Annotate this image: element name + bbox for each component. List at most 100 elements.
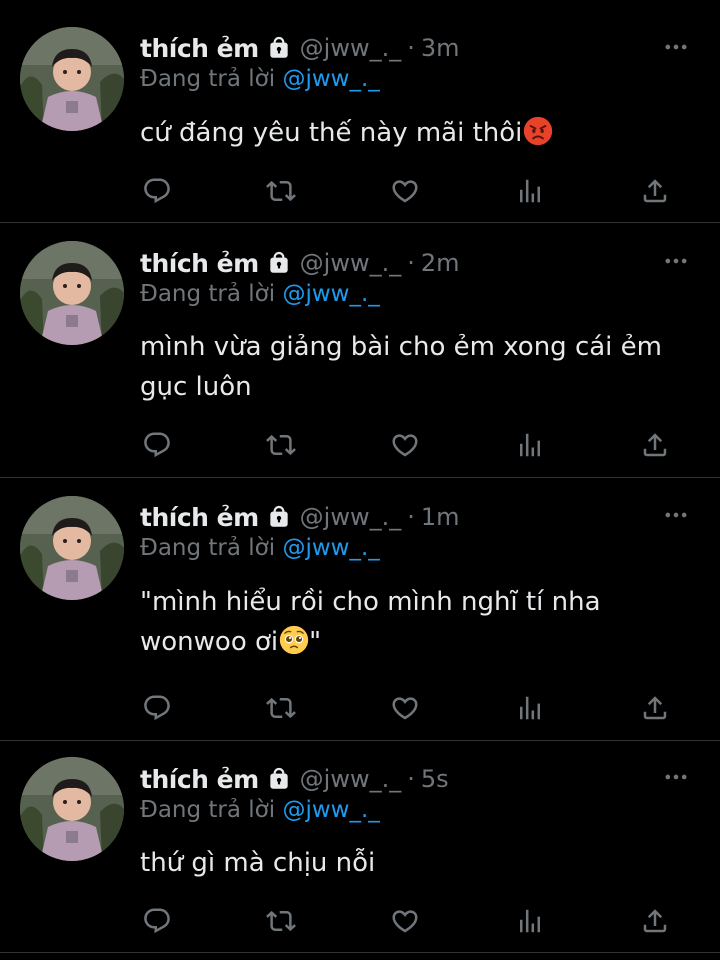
share-icon <box>643 696 667 720</box>
tweet-line: "mình hiểu rồi cho mình nghĩ tí nha <box>140 587 601 617</box>
retweet-button[interactable] <box>264 904 298 938</box>
display-name[interactable]: thích ẻm <box>140 503 259 532</box>
reply-button[interactable] <box>140 428 174 462</box>
separator: · <box>407 503 415 531</box>
tweet-text: cứ đáng yêu thế này mãi thôi <box>140 113 680 153</box>
divider <box>0 952 720 953</box>
retweet-icon <box>266 180 296 202</box>
more-icon[interactable] <box>662 763 690 791</box>
reply-button[interactable] <box>140 904 174 938</box>
timestamp[interactable]: 3m <box>421 34 460 62</box>
more-icon[interactable] <box>662 501 690 529</box>
display-name[interactable]: thích ẻm <box>140 34 259 63</box>
reply-prefix: Đang trả lời <box>140 66 276 92</box>
retweet-icon <box>266 697 296 719</box>
reply-context: Đang trả lời @jww_._ <box>140 281 380 307</box>
like-button[interactable] <box>388 428 422 462</box>
display-name[interactable]: thích ẻm <box>140 765 259 794</box>
angry-face-emoji <box>524 116 553 146</box>
heart-icon <box>392 434 418 457</box>
reply-context: Đang trả lời @jww_._ <box>140 797 380 823</box>
reply-mention[interactable]: @jww_._ <box>282 797 379 823</box>
tweet-actions <box>0 691 720 725</box>
views-icon <box>520 179 540 203</box>
share-button[interactable] <box>638 174 672 208</box>
tweet-line-with-emoji: wonwoo ơi " <box>140 622 680 662</box>
tweet[interactable]: thích ẻm @jww_._ · 3m Đang trả lời @jww_… <box>0 0 720 222</box>
avatar[interactable] <box>20 757 124 861</box>
lock-icon <box>269 36 288 58</box>
reply-icon <box>144 695 170 721</box>
reply-prefix: Đang trả lời <box>140 281 276 307</box>
closing-quote: " <box>309 627 322 657</box>
separator: · <box>407 765 415 793</box>
avatar[interactable] <box>20 241 124 345</box>
more-icon[interactable] <box>662 247 690 275</box>
retweet-button[interactable] <box>264 691 298 725</box>
tweet-header: thích ẻm @jww_._ · 3m <box>140 31 460 65</box>
like-button[interactable] <box>388 691 422 725</box>
share-button[interactable] <box>638 428 672 462</box>
lock-icon <box>269 505 288 527</box>
reply-mention[interactable]: @jww_._ <box>282 281 379 307</box>
timestamp[interactable]: 1m <box>421 503 460 531</box>
tweet-line: cứ đáng yêu thế này mãi thôi <box>140 118 523 148</box>
pleading-face-emoji <box>279 625 309 655</box>
separator: · <box>407 249 415 277</box>
share-button[interactable] <box>638 691 672 725</box>
more-icon[interactable] <box>662 33 690 61</box>
tweet-header: thích ẻm @jww_._ · 2m <box>140 246 460 280</box>
avatar-image <box>20 757 124 861</box>
handle[interactable]: @jww_._ <box>300 34 402 62</box>
lock-icon <box>269 251 288 273</box>
handle[interactable]: @jww_._ <box>300 249 402 277</box>
views-button[interactable] <box>513 428 547 462</box>
views-icon <box>520 433 540 457</box>
handle[interactable]: @jww_._ <box>300 765 402 793</box>
retweet-button[interactable] <box>264 428 298 462</box>
avatar-image <box>20 241 124 345</box>
tweet-text: "mình hiểu rồi cho mình nghĩ tí nha wonw… <box>140 582 680 662</box>
tweet[interactable]: thích ẻm @jww_._ · 5s Đang trả lời @jww_… <box>0 741 720 960</box>
reply-mention[interactable]: @jww_._ <box>282 535 379 561</box>
share-icon <box>643 179 667 203</box>
tweet-actions <box>0 174 720 208</box>
separator: · <box>407 34 415 62</box>
heart-icon <box>392 180 418 203</box>
share-button[interactable] <box>638 904 672 938</box>
tweet-line: thứ gì mà chịu nỗi <box>140 848 376 878</box>
reply-prefix: Đang trả lời <box>140 535 276 561</box>
reply-mention[interactable]: @jww_._ <box>282 66 379 92</box>
views-button[interactable] <box>513 904 547 938</box>
display-name[interactable]: thích ẻm <box>140 249 259 278</box>
tweet-text: mình vừa giảng bài cho ẻm xong cái ẻm gụ… <box>140 327 680 407</box>
share-icon <box>643 909 667 933</box>
tweet[interactable]: thích ẻm @jww_._ · 2m Đang trả lời @jww_… <box>0 223 720 477</box>
reply-button[interactable] <box>140 691 174 725</box>
retweet-button[interactable] <box>264 174 298 208</box>
avatar[interactable] <box>20 496 124 600</box>
reply-icon <box>144 432 170 458</box>
timestamp[interactable]: 5s <box>421 765 449 793</box>
timestamp[interactable]: 2m <box>421 249 460 277</box>
tweet-actions <box>0 904 720 938</box>
views-button[interactable] <box>513 691 547 725</box>
heart-icon <box>392 910 418 933</box>
tweet-text: thứ gì mà chịu nỗi <box>140 843 680 883</box>
like-button[interactable] <box>388 904 422 938</box>
like-button[interactable] <box>388 174 422 208</box>
avatar-image <box>20 496 124 600</box>
lock-icon <box>269 767 288 789</box>
tweet-actions <box>0 428 720 462</box>
avatar[interactable] <box>20 27 124 131</box>
views-button[interactable] <box>513 174 547 208</box>
reply-button[interactable] <box>140 174 174 208</box>
handle[interactable]: @jww_._ <box>300 503 402 531</box>
tweet[interactable]: thích ẻm @jww_._ · 1m Đang trả lời @jww_… <box>0 478 720 740</box>
share-icon <box>643 433 667 457</box>
tweet-line: wonwoo ơi <box>140 627 279 657</box>
reply-context: Đang trả lời @jww_._ <box>140 66 380 92</box>
views-icon <box>520 696 540 720</box>
heart-icon <box>392 697 418 720</box>
tweet-header: thích ẻm @jww_._ · 5s <box>140 762 449 796</box>
